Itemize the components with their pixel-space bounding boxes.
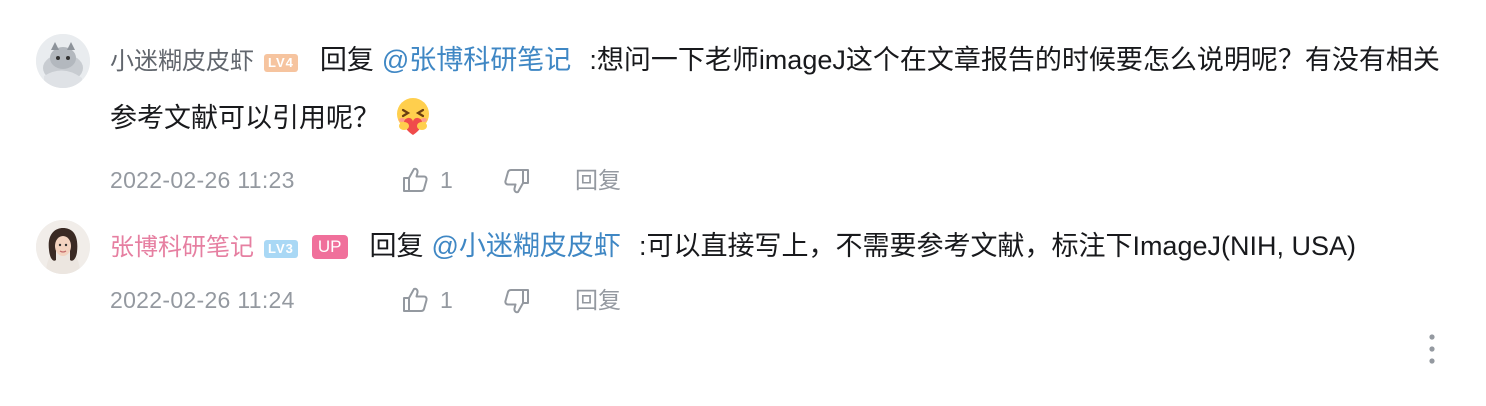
reply-label: 回复 [369, 231, 424, 261]
mention-link[interactable]: @张博科研笔记 [382, 45, 571, 75]
username[interactable]: 小迷糊皮皮虾 [110, 48, 254, 75]
level-badge: LV3 [264, 240, 298, 258]
like-count: 1 [440, 287, 453, 313]
like-button[interactable]: 1 [400, 162, 453, 198]
up-badge: UP [311, 235, 348, 259]
more-vertical-icon [1429, 334, 1435, 364]
username[interactable]: 张博科研笔记 [110, 234, 254, 261]
reply-label: 回复 [319, 45, 374, 75]
avatar[interactable] [36, 34, 90, 88]
like-count: 1 [440, 167, 453, 193]
comment-text: :可以直接写上，不需要参考文献，标注下ImageJ(NIH, USA) [638, 231, 1356, 261]
hug-emoji [392, 95, 434, 156]
comment-meta: 2022-02-26 11:23 1 回复 [110, 162, 1462, 198]
thumbs-up-icon [403, 287, 428, 312]
reply-button[interactable]: 回复 [575, 162, 621, 198]
mention-link[interactable]: @小迷糊皮皮虾 [432, 231, 621, 261]
thumbs-down-icon [504, 169, 529, 194]
comment-content: 小迷糊皮皮虾 LV4 回复 @张博科研笔记:想问一下老师imageJ这个在文章报告的时… [110, 32, 1462, 156]
comment-content: 张博科研笔记 LV3 UP 回复 @小迷糊皮皮虾 :可以直接写上，不需要参考文献，标注下I… [110, 218, 1462, 276]
thumbs-up-icon [403, 167, 428, 192]
timestamp: 2022-02-26 11:24 [110, 287, 295, 313]
dislike-button[interactable] [502, 166, 532, 206]
like-button[interactable]: 1 [400, 282, 453, 318]
dislike-button[interactable] [502, 286, 532, 326]
avatar[interactable] [36, 220, 90, 274]
comment-text: :想问一下老师imageJ这个在文章报告的时候要怎么说明呢？有没有相关参考文献可… [110, 45, 1440, 133]
comment-meta: 2022-02-26 11:24 1 回复 [110, 282, 1462, 318]
thumbs-down-icon [504, 289, 529, 314]
more-options-button[interactable] [1418, 332, 1446, 371]
timestamp: 2022-02-26 11:23 [110, 167, 295, 193]
level-badge: LV4 [264, 54, 298, 72]
reply-button[interactable]: 回复 [575, 282, 621, 318]
